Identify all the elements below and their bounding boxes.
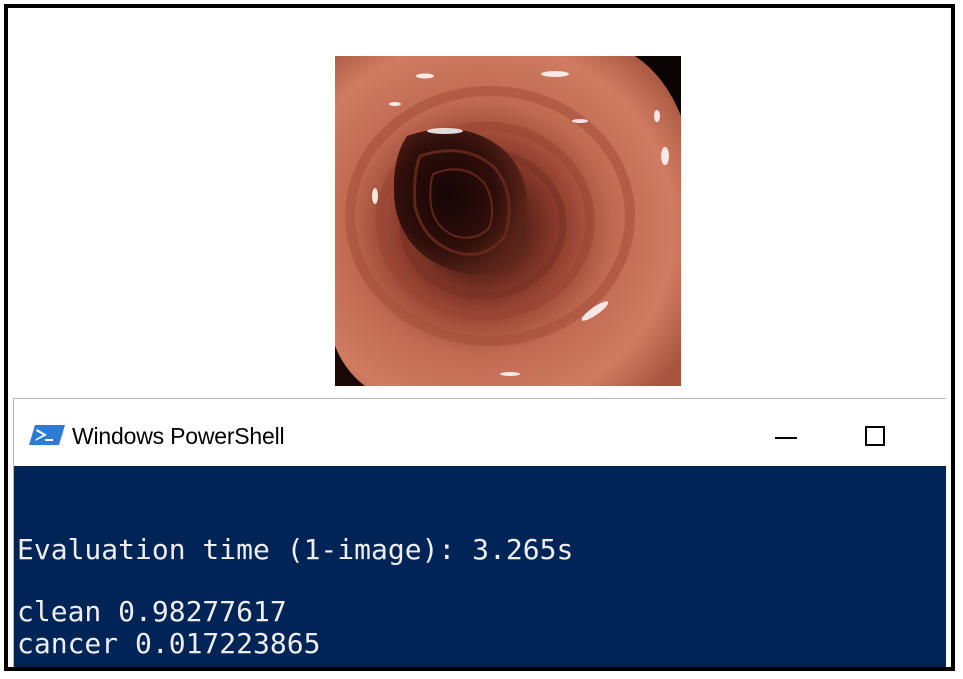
maximize-icon xyxy=(865,426,885,446)
endoscopy-illustration xyxy=(335,56,681,386)
powershell-icon xyxy=(29,424,65,446)
console-line-cancer-score: cancer 0.017223865 xyxy=(17,627,321,660)
minimize-button[interactable] xyxy=(758,409,814,451)
console-line-clean-score: clean 0.98277617 xyxy=(17,595,287,628)
screenshot-frame: Windows PowerShell Evaluation time (1-im… xyxy=(4,4,955,671)
window-titlebar[interactable]: Windows PowerShell xyxy=(14,399,946,465)
maximize-button[interactable] xyxy=(848,409,904,451)
console-output[interactable]: Evaluation time (1-image): 3.265s clean … xyxy=(14,466,946,667)
console-line-evaluation-time: Evaluation time (1-image): 3.265s xyxy=(17,533,574,566)
minimize-icon xyxy=(775,437,797,439)
powershell-window[interactable]: Windows PowerShell Evaluation time (1-im… xyxy=(13,398,946,667)
endoscopy-image xyxy=(335,56,681,386)
window-title: Windows PowerShell xyxy=(72,423,285,449)
